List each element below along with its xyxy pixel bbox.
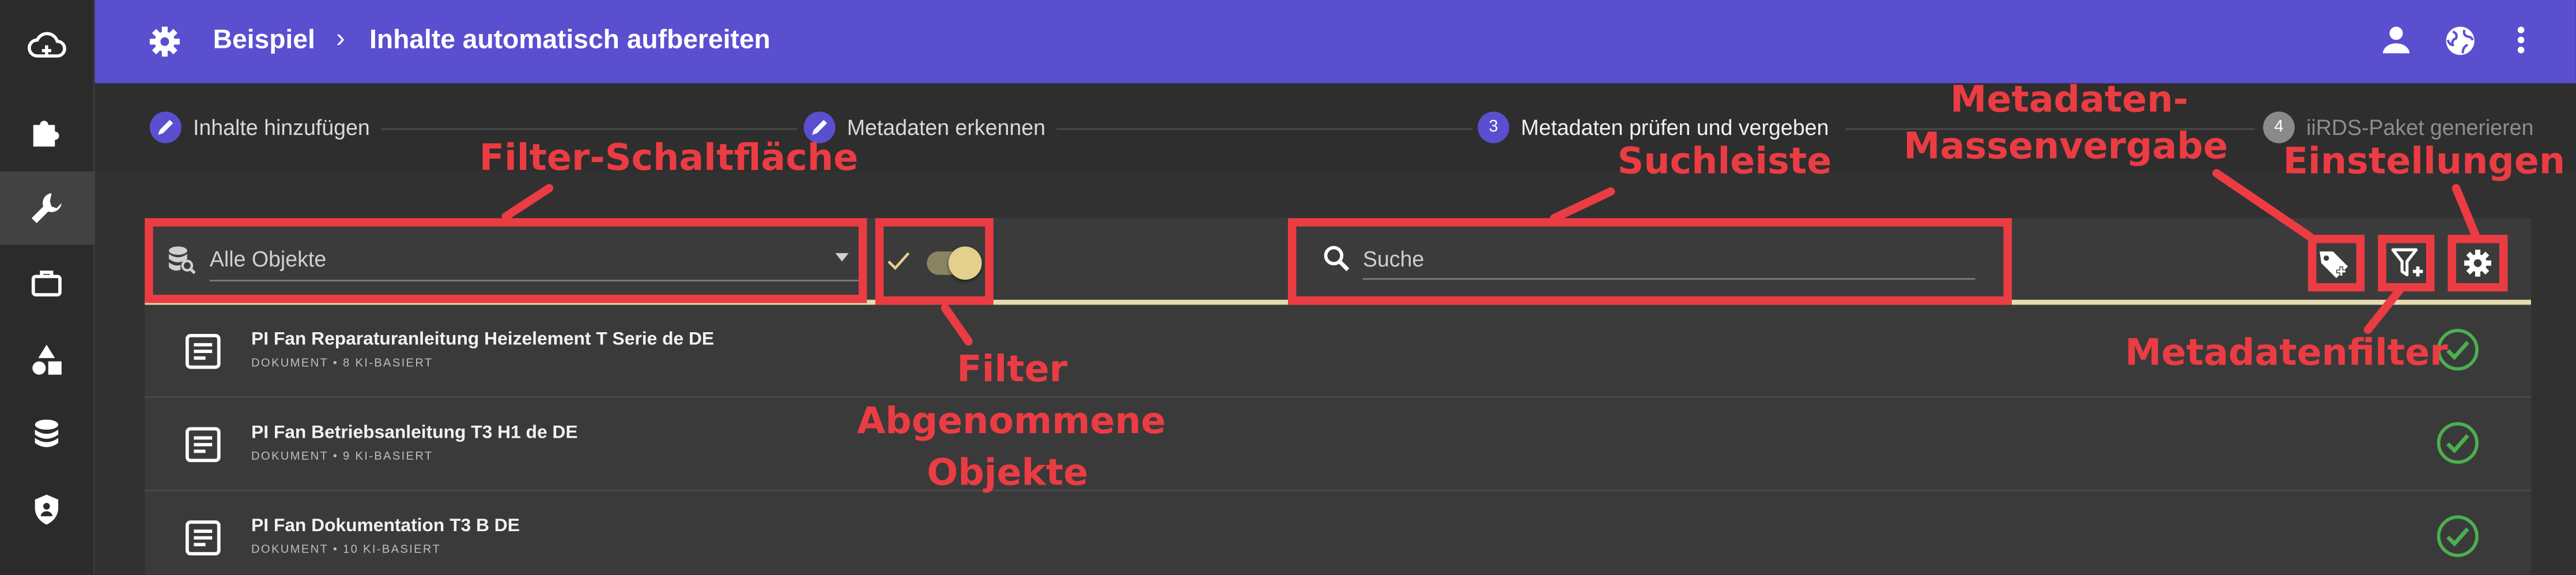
- annotation-metadata-filter: Metadatenfilter: [2125, 333, 2448, 375]
- annotation-box-accepted-filter: [875, 218, 994, 305]
- annotation-box-search-bar: [1287, 218, 2012, 305]
- annotation-box-filter-button: [145, 218, 867, 303]
- annotation-accepted-filter-line2: Abgenommene: [857, 401, 1166, 444]
- annotation-filter-button: Filter-Schaltfläche: [479, 138, 859, 180]
- app-window: Beispiel › Inhalte automatisch aufbereit…: [0, 0, 2576, 575]
- annotation-settings: Einstellungen: [2283, 141, 2566, 183]
- annotation-box-bulk-metadata: [2307, 235, 2365, 292]
- annotation-accepted-filter-line3: Objekte: [927, 453, 1089, 495]
- annotation-box-settings: [2447, 235, 2508, 292]
- annotation-bulk-metadata-line1: Metadaten-: [1950, 80, 2189, 122]
- annotation-box-metadata-filter: [2378, 235, 2435, 292]
- annotation-bulk-metadata-line2: Massenvergabe: [1903, 126, 2228, 168]
- annotation-search-bar: Suchleiste: [1617, 141, 1832, 183]
- annotation-accepted-filter-line1: Filter: [957, 349, 1068, 392]
